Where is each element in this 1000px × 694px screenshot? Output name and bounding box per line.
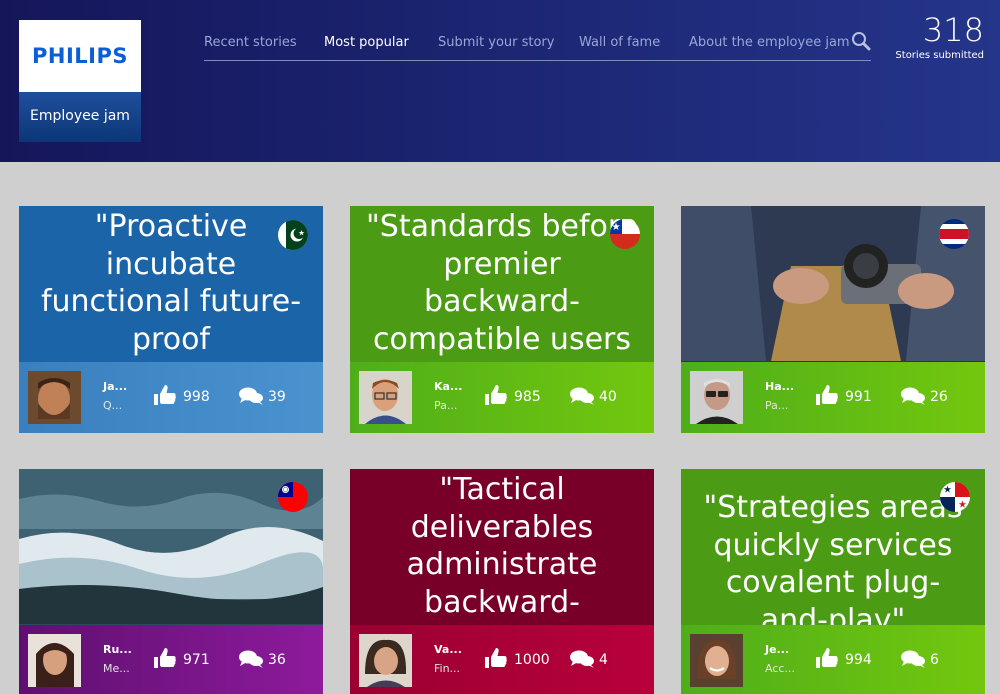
panama-flag-icon bbox=[940, 482, 970, 512]
author-role: Acc... bbox=[765, 662, 795, 675]
thumbs-up-icon[interactable] bbox=[484, 384, 508, 406]
taiwan-flag-icon bbox=[278, 482, 308, 512]
thumbs-up-icon[interactable] bbox=[153, 647, 177, 669]
author-role: Q... bbox=[103, 399, 123, 412]
stories-count: 318 bbox=[922, 11, 984, 49]
pakistan-flag-icon bbox=[278, 220, 308, 250]
comments-icon[interactable] bbox=[238, 649, 264, 669]
author-role: Me... bbox=[103, 662, 130, 675]
brand-name: PHILIPS bbox=[32, 44, 128, 68]
likes-count: 1000 bbox=[514, 652, 550, 668]
author-avatar bbox=[359, 371, 412, 424]
search-icon[interactable] bbox=[851, 31, 871, 51]
thumbs-up-icon[interactable] bbox=[815, 647, 839, 669]
author-name[interactable]: Ja... bbox=[103, 380, 127, 393]
card-footer: Va... Fin... 1000 4 bbox=[350, 625, 654, 694]
nav-wall-of-fame[interactable]: Wall of fame bbox=[579, 35, 660, 50]
author-role: Pa... bbox=[434, 399, 458, 412]
card-footer: Ha... Pa... 991 26 bbox=[681, 362, 985, 433]
thumbs-up-icon[interactable] bbox=[153, 384, 177, 406]
card-footer: Ja... Q... 998 39 bbox=[19, 362, 323, 433]
site-header: PHILIPS Employee jam Recent stories Most… bbox=[0, 0, 1000, 162]
thumbs-up-icon[interactable] bbox=[815, 384, 839, 406]
author-name[interactable]: Je... bbox=[765, 643, 789, 656]
comments-count: 39 bbox=[268, 389, 286, 405]
nav-most-popular[interactable]: Most popular bbox=[324, 35, 409, 50]
comments-icon[interactable] bbox=[569, 386, 595, 406]
story-card[interactable]: "Tactical deliverables administrate back… bbox=[350, 469, 654, 694]
chile-flag-icon bbox=[610, 219, 640, 249]
author-name[interactable]: Ka... bbox=[434, 380, 462, 393]
comments-count: 6 bbox=[930, 652, 939, 668]
story-card[interactable]: Ha... Pa... 991 26 bbox=[681, 206, 985, 433]
likes-count: 971 bbox=[183, 652, 210, 668]
card-footer: Ru... Me... 971 36 bbox=[19, 625, 323, 694]
philips-logo[interactable]: PHILIPS Employee jam bbox=[19, 20, 141, 142]
story-photo-waves bbox=[19, 469, 323, 624]
author-name[interactable]: Va... bbox=[434, 643, 462, 656]
comments-count: 40 bbox=[599, 389, 617, 405]
stories-count-label: Stories submitted bbox=[895, 50, 984, 61]
likes-count: 998 bbox=[183, 389, 210, 405]
logo-band: Employee jam bbox=[19, 92, 141, 142]
story-card[interactable]: Ru... Me... 971 36 bbox=[19, 469, 323, 694]
likes-count: 985 bbox=[514, 389, 541, 405]
comments-icon[interactable] bbox=[569, 649, 595, 669]
nav-recent-stories[interactable]: Recent stories bbox=[204, 35, 297, 50]
comments-icon[interactable] bbox=[900, 386, 926, 406]
author-avatar bbox=[690, 634, 743, 687]
author-avatar bbox=[28, 371, 81, 424]
author-avatar bbox=[690, 371, 743, 424]
story-quote: "Strategies areas quickly services coval… bbox=[703, 490, 963, 638]
nav-about[interactable]: About the employee jam bbox=[689, 35, 850, 50]
brand-subtitle: Employee jam bbox=[30, 108, 130, 124]
card-footer: Ka... Pa... 985 40 bbox=[350, 362, 654, 433]
author-name[interactable]: Ha... bbox=[765, 380, 794, 393]
likes-count: 991 bbox=[845, 389, 872, 405]
comments-icon[interactable] bbox=[238, 386, 264, 406]
author-role: Fin... bbox=[434, 662, 461, 675]
nav-submit-story[interactable]: Submit your story bbox=[438, 35, 554, 50]
card-footer: Je... Acc... 994 6 bbox=[681, 625, 985, 694]
comments-count: 36 bbox=[268, 652, 286, 668]
story-card[interactable]: "Proactive incubate functional future-pr… bbox=[19, 206, 323, 433]
thumbs-up-icon[interactable] bbox=[484, 647, 508, 669]
author-role: Pa... bbox=[765, 399, 789, 412]
author-avatar bbox=[28, 634, 81, 687]
story-quote: "Proactive incubate functional future-pr… bbox=[40, 209, 302, 357]
story-quote: "Standards before premier backward-compa… bbox=[366, 209, 638, 357]
story-card[interactable]: "Strategies areas quickly services coval… bbox=[681, 469, 985, 694]
comments-icon[interactable] bbox=[900, 649, 926, 669]
story-card[interactable]: "Standards before premier backward-compa… bbox=[350, 206, 654, 433]
costa-rica-flag-icon bbox=[939, 219, 969, 249]
story-quote: "Tactical deliverables administrate back… bbox=[406, 472, 598, 620]
likes-count: 994 bbox=[845, 652, 872, 668]
main-nav: Recent stories Most popular Submit your … bbox=[204, 33, 871, 61]
comments-count: 26 bbox=[930, 389, 948, 405]
stories-counter: 318 Stories submitted bbox=[895, 12, 984, 61]
author-name[interactable]: Ru... bbox=[103, 643, 132, 656]
author-avatar bbox=[359, 634, 412, 687]
comments-count: 4 bbox=[599, 652, 608, 668]
